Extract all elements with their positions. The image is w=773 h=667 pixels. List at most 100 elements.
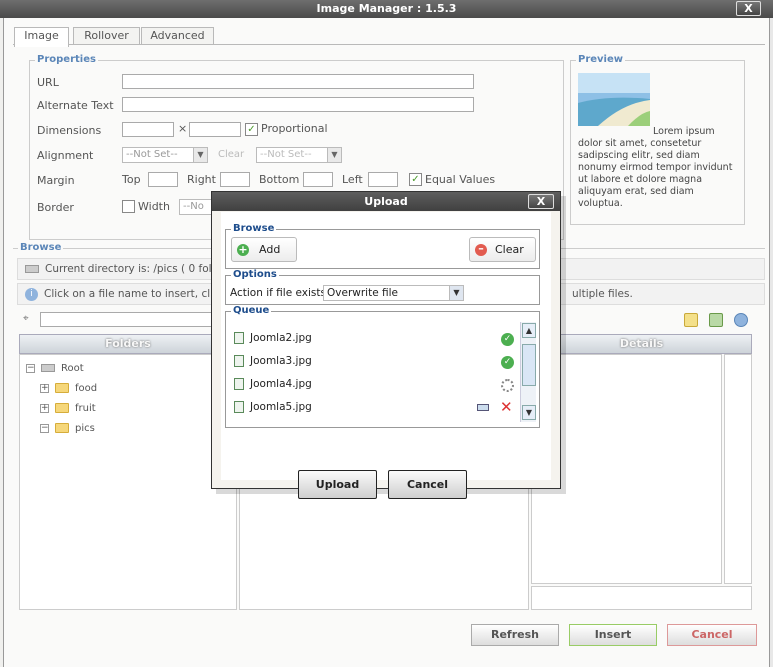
add-button[interactable]: + Add	[231, 237, 297, 262]
clear-icon: –	[475, 243, 487, 256]
alignment-select[interactable]: --Not Set-- ▼	[122, 147, 208, 163]
upload-dialog-title: Upload	[212, 192, 560, 211]
cancel-button[interactable]: Cancel	[667, 624, 757, 646]
queue-item[interactable]: Joomla5.jpg	[234, 399, 312, 415]
new-folder-icon[interactable]	[684, 313, 698, 327]
margin-bottom-input[interactable]	[303, 172, 333, 187]
tree-item-root[interactable]: − Root	[26, 362, 84, 376]
url-input[interactable]	[122, 74, 474, 89]
file-icon	[234, 401, 244, 413]
width-input[interactable]	[122, 122, 174, 137]
drive-icon	[41, 364, 55, 372]
tree-item-food[interactable]: + food	[40, 382, 97, 396]
expand-icon[interactable]: +	[40, 383, 49, 393]
height-input[interactable]	[189, 122, 241, 137]
proportional-label: Proportional	[261, 122, 328, 135]
action-if-exists-select[interactable]: Overwrite file ▼	[323, 285, 464, 301]
tab-rollover[interactable]: Rollover	[73, 27, 140, 45]
queue-item[interactable]: Joomla2.jpg	[234, 330, 312, 346]
file-icon	[234, 332, 244, 344]
border-checkbox[interactable]	[122, 200, 135, 213]
insert-button[interactable]: Insert	[569, 624, 657, 646]
done-icon: ✓	[501, 356, 514, 369]
upload-queue-fieldset: Queue Joomla2.jpg ✓ Joomla3.jpg ✓ Joomla…	[225, 305, 540, 428]
chevron-down-icon: ▼	[449, 286, 463, 300]
tab-advanced[interactable]: Advanced	[141, 27, 214, 45]
window-title: Image Manager : 1.5.3	[316, 2, 457, 15]
upload-close-button[interactable]: X	[528, 194, 554, 209]
rename-icon[interactable]	[477, 404, 489, 411]
binoculars-icon: ⌖	[23, 313, 29, 324]
upload-options-legend: Options	[231, 269, 279, 280]
folder-icon	[55, 383, 69, 393]
upload-browse-legend: Browse	[231, 223, 277, 234]
alt-text-label: Alternate Text	[37, 99, 114, 112]
margin-right-input[interactable]	[220, 172, 250, 187]
tab-image[interactable]: Image	[14, 27, 69, 47]
upload-icon[interactable]	[709, 313, 723, 327]
border-label: Border	[37, 201, 74, 214]
scroll-up-icon[interactable]: ▲	[522, 323, 536, 338]
upload-queue-legend: Queue	[231, 305, 272, 316]
help-icon[interactable]	[734, 313, 748, 327]
margin-top-input[interactable]	[148, 172, 178, 187]
alt-text-input[interactable]	[122, 97, 474, 112]
remove-icon[interactable]: ✕	[500, 400, 513, 415]
done-icon: ✓	[501, 333, 514, 346]
clear-button[interactable]: – Clear	[469, 237, 536, 262]
collapse-icon[interactable]: −	[40, 423, 49, 433]
tree-item-fruit[interactable]: + fruit	[40, 402, 96, 416]
info-text: Click on a file name to insert, clic	[44, 288, 219, 300]
scroll-down-icon[interactable]: ▼	[522, 405, 536, 420]
collapse-icon[interactable]: −	[26, 363, 35, 373]
preview-image	[578, 73, 650, 126]
current-directory-text: Current directory is: /pics ( 0 fold	[45, 263, 219, 275]
margin-left-input[interactable]	[368, 172, 398, 187]
margin-right-label: Right	[187, 173, 216, 186]
border-width-label: Width	[138, 200, 170, 213]
equal-values-checkbox[interactable]: ✓	[409, 173, 422, 186]
clear-select[interactable]: --Not Set-- ▼	[256, 147, 342, 163]
upload-cancel-button[interactable]: Cancel	[388, 470, 467, 499]
dimensions-label: Dimensions	[37, 124, 102, 137]
file-icon	[234, 355, 244, 367]
drive-icon	[25, 265, 39, 273]
preview-text: Lorem ipsum dolor sit amet, consetetur s…	[578, 126, 733, 209]
browse-legend: Browse	[18, 242, 64, 253]
refresh-button[interactable]: Refresh	[471, 624, 559, 646]
margin-top-label: Top	[122, 173, 141, 186]
queue-item[interactable]: Joomla4.jpg	[234, 376, 312, 392]
loading-spinner-icon	[501, 379, 514, 392]
proportional-checkbox[interactable]: ✓	[245, 123, 258, 136]
file-icon	[234, 378, 244, 390]
window-close-button[interactable]: X	[736, 1, 761, 16]
scroll-thumb[interactable]	[522, 344, 536, 386]
chevron-down-icon: ▼	[327, 148, 341, 162]
preview-fieldset: Preview Lorem ipsum dolor sit amet, cons…	[570, 54, 745, 225]
folder-open-icon	[55, 423, 69, 433]
times-sign: ×	[178, 122, 188, 135]
tab-divider	[13, 44, 765, 45]
margin-label: Margin	[37, 174, 75, 187]
window-titlebar: Image Manager : 1.5.3 X	[0, 0, 773, 18]
queue-scrollbar[interactable]: ▲ ▼	[520, 322, 536, 422]
add-icon: +	[237, 243, 249, 256]
search-input[interactable]	[40, 312, 230, 327]
preview-legend: Preview	[576, 54, 626, 65]
action-if-exists-label: Action if file exists:	[230, 287, 330, 299]
url-label: URL	[37, 76, 59, 89]
chevron-down-icon: ▼	[193, 148, 207, 162]
upload-options-fieldset: Options Action if file exists: Overwrite…	[225, 269, 540, 305]
queue-item[interactable]: Joomla3.jpg	[234, 353, 312, 369]
margin-bottom-label: Bottom	[259, 173, 300, 186]
expand-icon[interactable]: +	[40, 403, 49, 413]
details-side-pane	[724, 354, 752, 584]
folders-pane: − Root + food + fruit − pics	[19, 354, 237, 610]
info-text-tail: ultiple files.	[572, 288, 633, 300]
upload-dialog: Upload X Browse + Add – Clear Options Acti…	[211, 191, 561, 499]
properties-legend: Properties	[35, 54, 98, 65]
tree-item-pics[interactable]: − pics	[40, 422, 95, 436]
upload-button[interactable]: Upload	[298, 470, 377, 499]
upload-browse-fieldset: Browse + Add – Clear	[225, 223, 540, 269]
alignment-label: Alignment	[37, 149, 94, 162]
